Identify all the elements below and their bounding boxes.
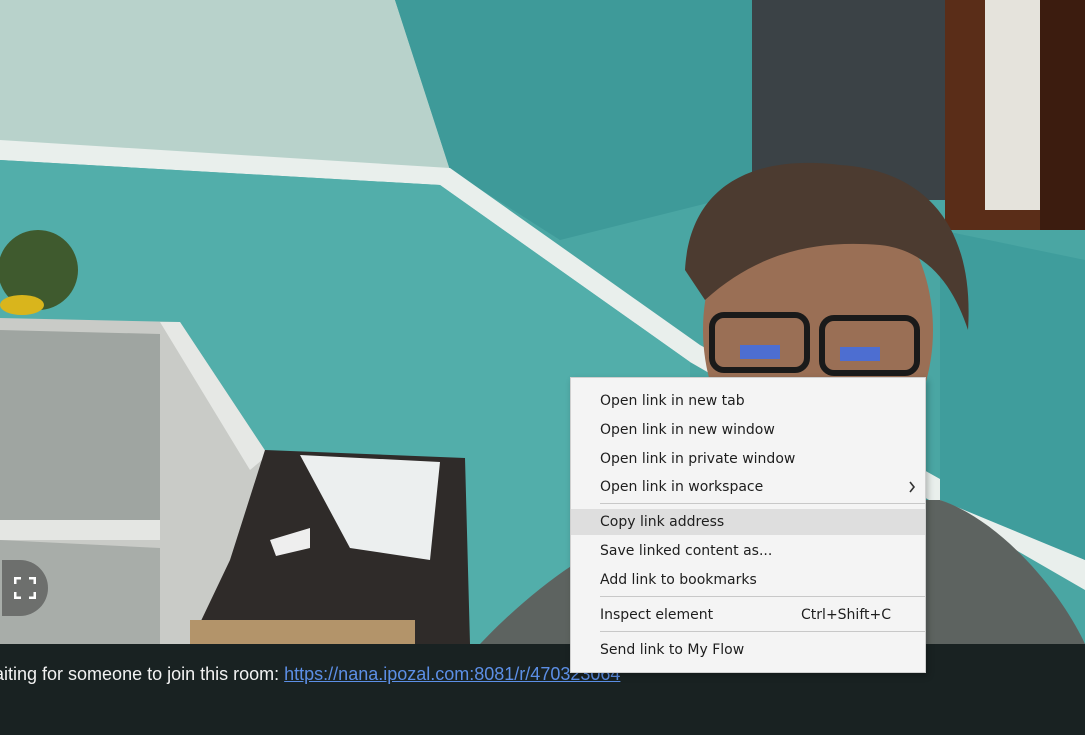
menu-item-label: Copy link address xyxy=(600,514,725,530)
menu-item-open-new-tab[interactable]: Open link in new tab xyxy=(571,388,925,414)
link-context-menu: Open link in new tab Open link in new wi… xyxy=(570,377,926,673)
menu-item-label: Open link in new tab xyxy=(600,393,745,409)
menu-separator xyxy=(600,631,925,632)
menu-item-send-to-my-flow[interactable]: Send link to My Flow xyxy=(571,637,925,663)
menu-item-open-private-window[interactable]: Open link in private window xyxy=(571,446,925,472)
waiting-message: aiting for someone to join this room: xyxy=(0,664,285,684)
menu-item-label: Open link in private window xyxy=(600,451,796,467)
video-call-screen: aiting for someone to join this room: ht… xyxy=(0,0,1085,735)
menu-item-label: Inspect element xyxy=(600,607,714,623)
menu-item-label: Save linked content as... xyxy=(600,543,773,559)
menu-item-label: Open link in workspace xyxy=(600,479,764,495)
menu-item-label: Send link to My Flow xyxy=(600,642,745,658)
menu-item-copy-link-address[interactable]: Copy link address xyxy=(571,509,925,535)
fullscreen-icon xyxy=(14,577,36,599)
menu-separator xyxy=(600,596,925,597)
menu-item-inspect-element[interactable]: Inspect element Ctrl+Shift+C xyxy=(571,602,925,628)
room-info-text: aiting for someone to join this room: ht… xyxy=(0,664,620,685)
menu-item-label: Add link to bookmarks xyxy=(600,572,757,588)
menu-item-open-workspace[interactable]: Open link in workspace xyxy=(571,474,925,500)
menu-item-label: Open link in new window xyxy=(600,422,775,438)
menu-item-save-linked-content[interactable]: Save linked content as... xyxy=(571,538,925,564)
menu-separator xyxy=(600,503,925,504)
menu-item-shortcut: Ctrl+Shift+C xyxy=(801,607,891,623)
menu-item-add-bookmark[interactable]: Add link to bookmarks xyxy=(571,567,925,593)
menu-item-open-new-window[interactable]: Open link in new window xyxy=(571,417,925,443)
